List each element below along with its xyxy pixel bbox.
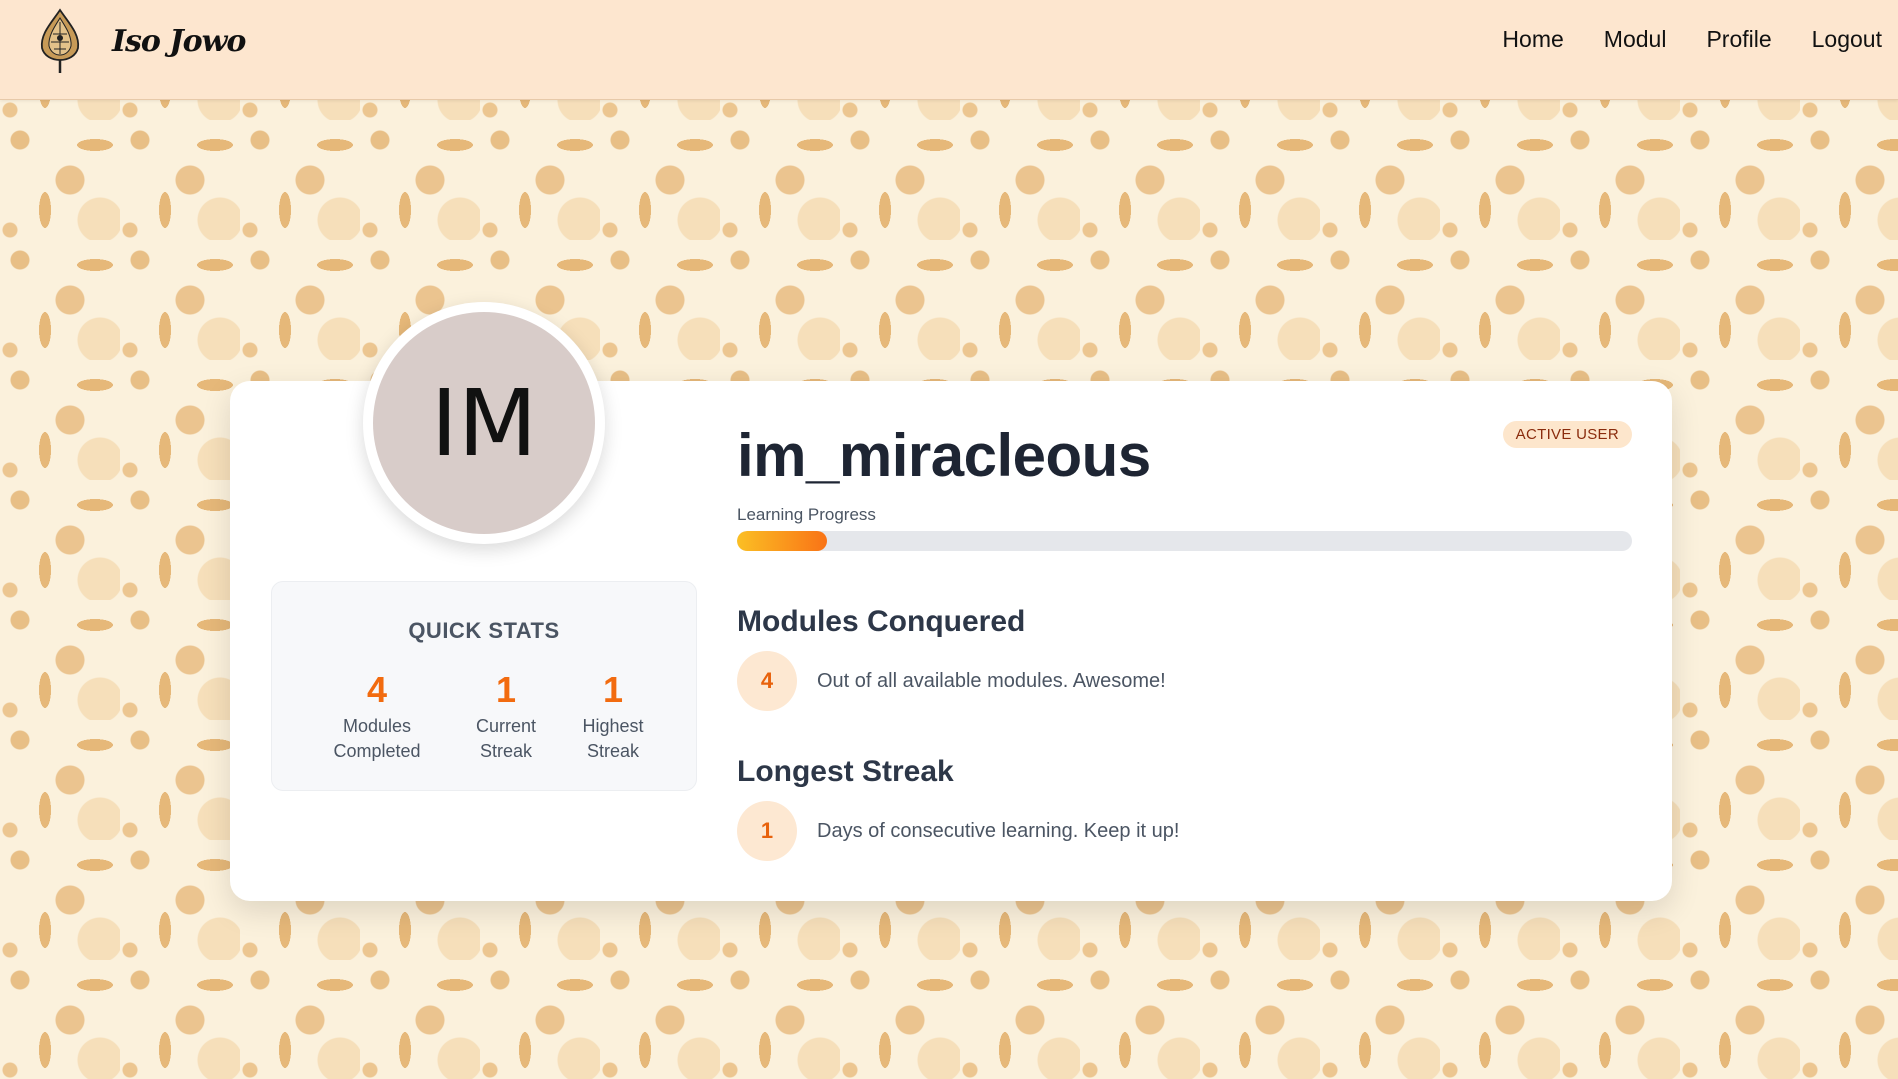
modules-conquered-title: Modules Conquered	[737, 605, 1026, 638]
progress-label: Learning Progress	[737, 505, 876, 524]
nav-modul-link[interactable]: Modul	[1604, 26, 1667, 53]
stat-label-line: Streak	[586, 741, 640, 761]
nav-links: Home Modul Profile Logout	[1502, 26, 1882, 53]
longest-streak-desc: Days of consecutive learning. Keep it up…	[817, 820, 1180, 842]
avatar-ring: IM	[363, 302, 605, 544]
stat-value: 1	[602, 669, 624, 710]
stat-label-line: Current	[475, 716, 537, 736]
stat-value: 4	[366, 669, 388, 710]
username-heading: im_miracleous	[737, 422, 1151, 489]
nav-logout-link[interactable]: Logout	[1812, 26, 1882, 53]
navbar: Iso Jowo Home Modul Profile Logout	[0, 0, 1898, 100]
status-badge: ACTIVE USER	[1502, 421, 1632, 448]
nav-home-link[interactable]: Home	[1502, 26, 1563, 53]
nav-profile-link[interactable]: Profile	[1706, 26, 1771, 53]
brand-name: Iso Jowo	[112, 23, 246, 59]
stat-label: Current Streak	[446, 714, 566, 764]
stat-current-streak: 1 Current Streak	[446, 670, 566, 764]
stat-label: Modules Completed	[317, 714, 437, 764]
stat-label-line: Highest	[582, 716, 644, 736]
quick-stats-box: QUICK STATS 4 Modules Completed 1 Curren…	[271, 581, 697, 791]
stat-modules-completed: 4 Modules Completed	[317, 670, 437, 764]
avatar: IM	[373, 312, 595, 534]
stat-label-line: Completed	[333, 741, 421, 761]
brand-logo-link[interactable]: Iso Jowo	[38, 8, 246, 74]
stat-label: Highest Streak	[553, 714, 673, 764]
stat-label-line: Streak	[479, 741, 533, 761]
progress-fill	[737, 531, 827, 551]
quick-stats-title: QUICK STATS	[408, 618, 560, 643]
modules-conquered-desc: Out of all available modules. Awesome!	[817, 670, 1166, 692]
longest-streak-count: 1	[737, 801, 797, 861]
stat-value: 1	[495, 669, 517, 710]
gunungan-icon	[40, 8, 80, 73]
progress-bar	[737, 531, 1632, 551]
stat-label-line: Modules	[342, 716, 412, 736]
modules-conquered-count: 4	[737, 651, 797, 711]
longest-streak-title: Longest Streak	[737, 755, 954, 788]
stat-highest-streak: 1 Highest Streak	[553, 670, 673, 764]
